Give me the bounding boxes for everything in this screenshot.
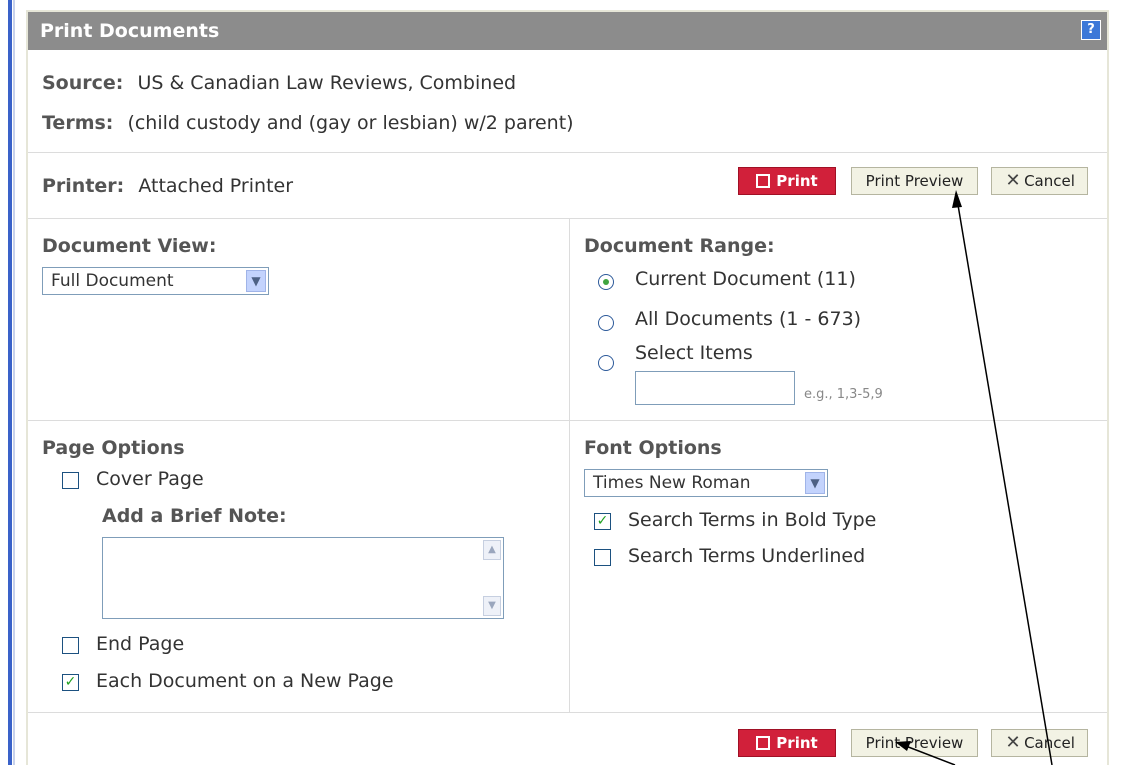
annotation-arrowhead-bottom <box>895 741 911 751</box>
annotation-arrows <box>895 190 1053 765</box>
annotation-arrowhead-top <box>952 190 962 208</box>
annotation-arrow-line-top <box>955 192 1053 765</box>
page: Print Documents ? Source: US & Canadian … <box>0 0 1129 765</box>
